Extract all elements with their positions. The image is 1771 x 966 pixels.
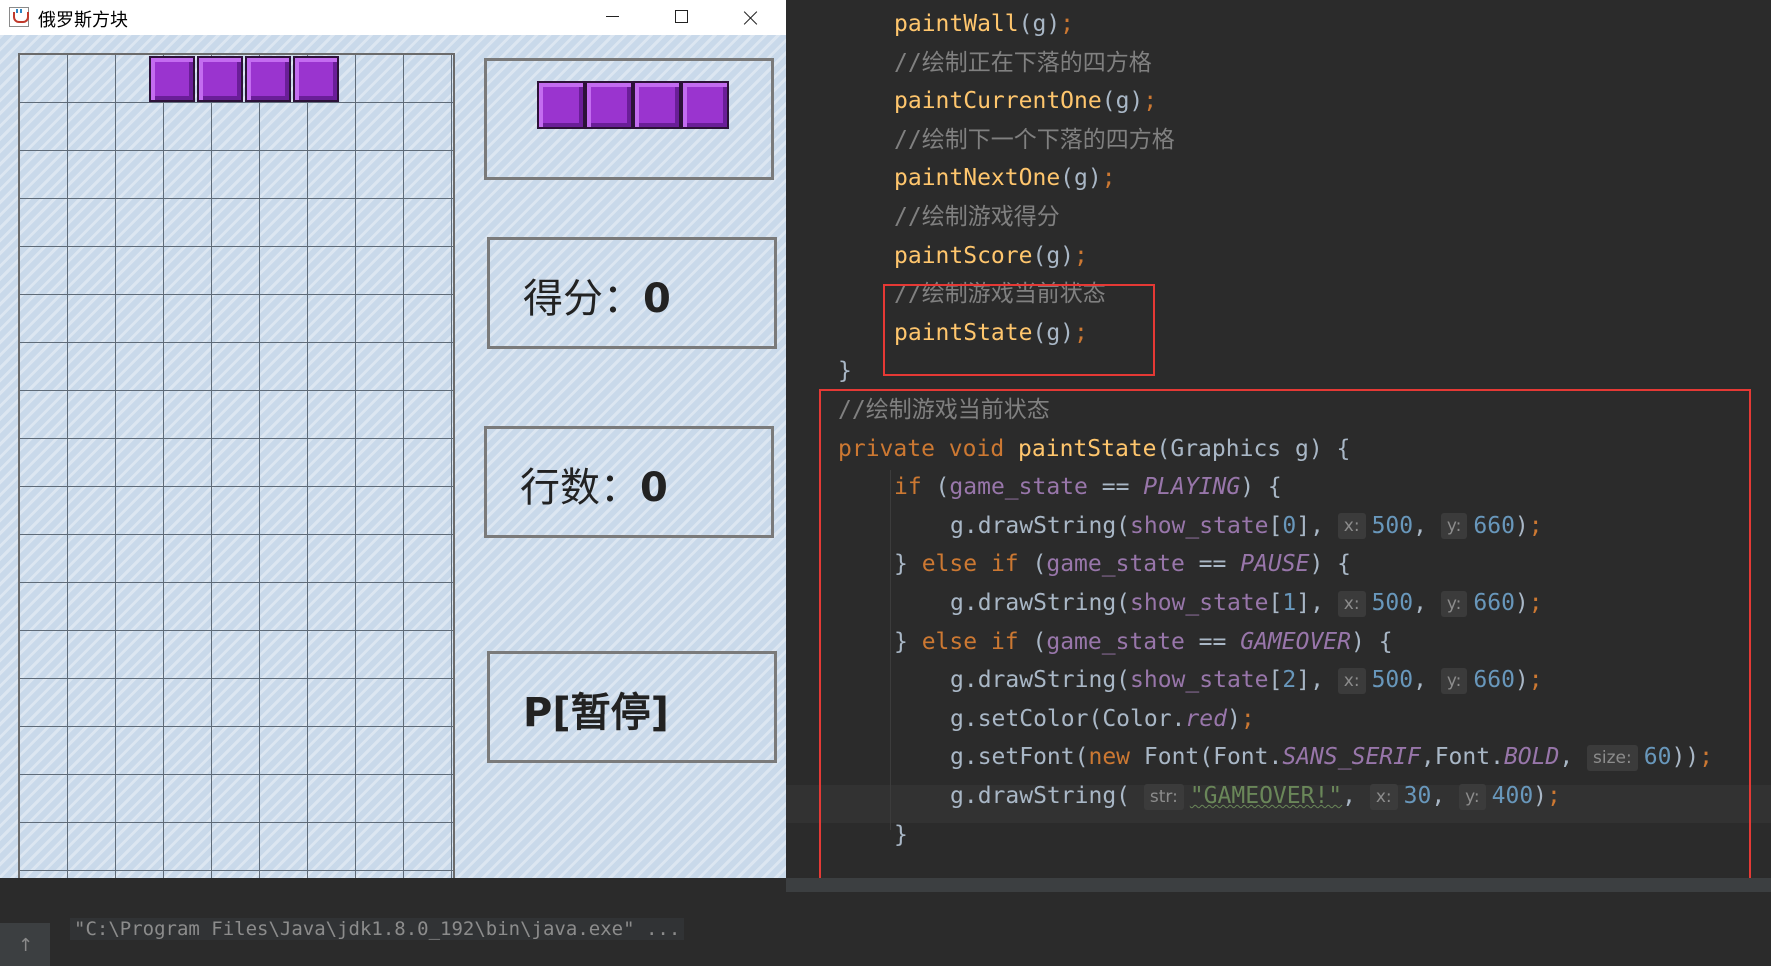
code-line[interactable]: //绘制下一个下落的四方格 xyxy=(894,122,1175,158)
code-token: paintScore xyxy=(894,242,1033,269)
code-line[interactable]: paintCurrentOne(g); xyxy=(894,83,1157,119)
code-token: ; xyxy=(1143,88,1158,115)
code-line[interactable]: paintNextOne(g); xyxy=(894,160,1116,196)
lines-panel: 行数：0 xyxy=(484,426,774,538)
score-value: 0 xyxy=(643,276,671,322)
code-token: ; xyxy=(1060,11,1075,37)
code-line[interactable]: //绘制游戏得分 xyxy=(894,199,1060,235)
next-piece xyxy=(537,81,729,129)
next-piece-block xyxy=(633,81,681,129)
code-token: //绘制正在下落的四方格 xyxy=(894,49,1152,76)
code-line[interactable]: //绘制正在下落的四方格 xyxy=(894,45,1152,81)
current-piece-block xyxy=(197,56,245,104)
lines-value: 0 xyxy=(640,465,668,511)
score-label: 得分： xyxy=(523,276,643,322)
lines-label: 行数： xyxy=(520,465,640,511)
code-token: (g) xyxy=(1032,242,1075,269)
code-token: (g) xyxy=(1018,11,1061,37)
close-button[interactable] xyxy=(717,0,786,35)
java-app-icon[interactable] xyxy=(9,7,29,27)
code-token: //绘制下一个下落的四方格 xyxy=(894,126,1175,153)
panel-divider xyxy=(786,878,1771,892)
title-bar[interactable]: 俄罗斯方块 xyxy=(0,0,786,35)
current-piece-block xyxy=(149,56,197,104)
code-token: ; xyxy=(1074,242,1088,269)
code-token: //绘制游戏得分 xyxy=(894,204,1060,230)
highlight-box-paintstate-call xyxy=(883,284,1155,376)
run-toolbar: ↑ xyxy=(0,923,50,966)
code-token: (g) xyxy=(1060,165,1102,192)
current-piece-block xyxy=(245,56,293,104)
score-panel: 得分：0 xyxy=(487,237,777,349)
minimize-button[interactable] xyxy=(577,0,647,35)
next-piece-block xyxy=(681,81,729,129)
code-line[interactable]: paintWall(g); xyxy=(894,6,1074,42)
state-panel: P[暂停] xyxy=(487,651,777,763)
highlight-box-paintstate-method xyxy=(819,389,1751,887)
scroll-up-icon[interactable]: ↑ xyxy=(18,935,33,956)
maximize-button[interactable] xyxy=(647,0,717,35)
next-piece-block xyxy=(585,81,633,129)
game-board xyxy=(18,53,455,920)
console-output: "C:\Program Files\Java\jdk1.8.0_192\bin\… xyxy=(70,918,685,940)
code-token: paintCurrentOne xyxy=(894,88,1102,115)
code-line[interactable]: paintScore(g); xyxy=(894,238,1088,274)
next-piece-panel xyxy=(484,58,774,180)
next-piece-block xyxy=(537,81,585,129)
code-token: paintNextOne xyxy=(894,165,1061,192)
game-canvas[interactable]: 得分：0 行数：0 P[暂停] xyxy=(0,35,786,923)
game-state-text: P[暂停] xyxy=(523,690,669,736)
lines-display: 行数：0 xyxy=(520,455,668,513)
score-display: 得分：0 xyxy=(523,266,671,324)
code-token: (g) xyxy=(1101,88,1144,115)
code-token: } xyxy=(838,358,852,385)
game-window: 俄罗斯方块 得分：0 行数：0 P[暂停] xyxy=(0,0,786,923)
window-title: 俄罗斯方块 xyxy=(38,10,128,31)
code-line[interactable]: } xyxy=(838,353,852,389)
code-token: ; xyxy=(1101,165,1116,192)
code-token: paintWall xyxy=(894,11,1019,37)
current-piece-block xyxy=(293,56,341,104)
